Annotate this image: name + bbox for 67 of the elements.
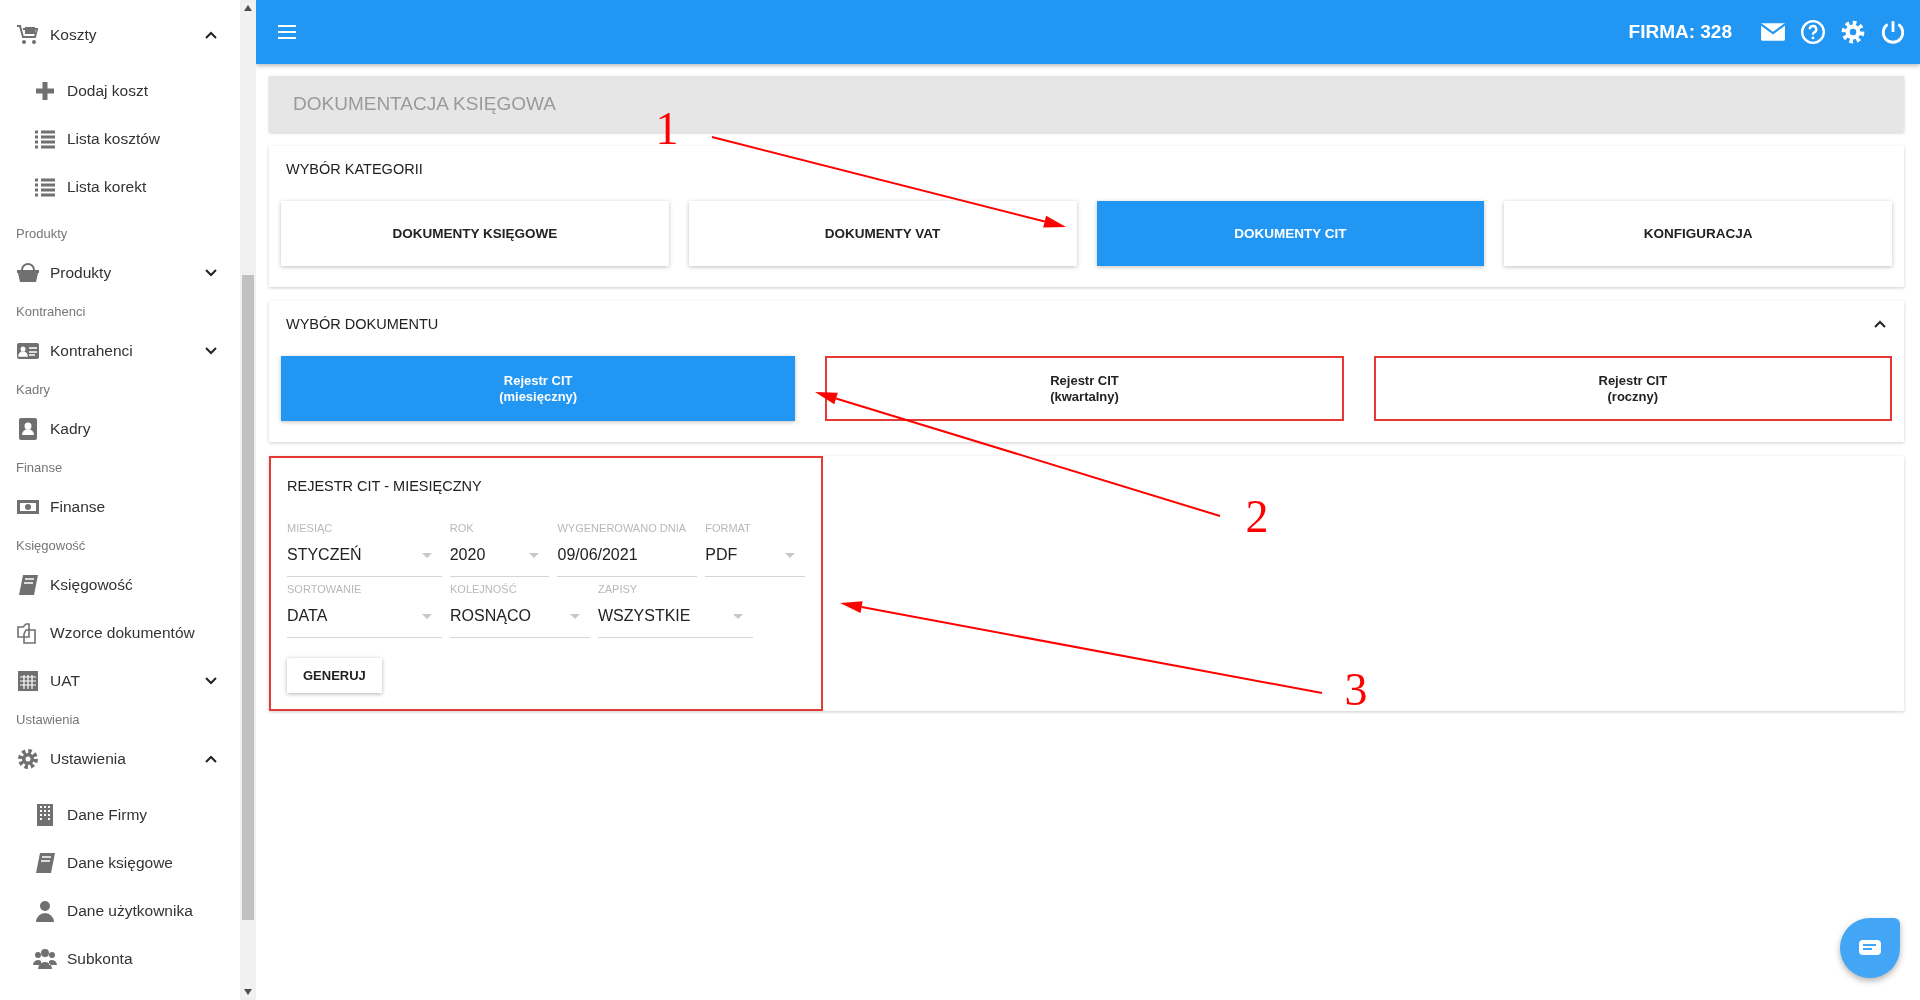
company-label: FIRMA: 328 <box>1628 21 1732 43</box>
select-field[interactable]: FORMAT PDF <box>705 522 805 577</box>
sidebar-section-label: Kadry <box>15 381 51 399</box>
select-field[interactable]: SORTOWANIE DATA <box>287 583 442 638</box>
basket-icon <box>16 261 40 285</box>
dropdown-caret-icon <box>529 553 540 558</box>
card-title: WYBÓR KATEGORII <box>286 161 423 177</box>
sidebar-item[interactable]: Subkonta <box>0 935 240 983</box>
sidebar-item[interactable]: Finanse <box>0 483 240 531</box>
sidebar-section-label: Księgowość <box>15 537 87 555</box>
sidebar-item[interactable]: Lista korekt <box>0 163 240 211</box>
dropdown-caret-icon <box>733 614 743 619</box>
scrollbar[interactable] <box>240 0 256 1000</box>
sidebar-section-label: Produkty <box>15 225 69 243</box>
plus-icon <box>33 79 57 103</box>
sidebar-item[interactable]: Dane księgowe <box>0 839 240 887</box>
people-icon <box>33 947 57 971</box>
cart-icon <box>16 23 40 47</box>
sidebar-item[interactable]: Księgowość <box>0 561 240 609</box>
document-button[interactable]: Rejestr CIT (kwartalny) <box>825 356 1344 421</box>
scroll-up-icon[interactable] <box>244 5 252 11</box>
settings-icon[interactable] <box>1840 19 1866 45</box>
sidebar-item[interactable]: Ustawienia <box>0 735 240 783</box>
sidebar-item[interactable]: Lista kosztów <box>0 115 240 163</box>
sidebar-item[interactable]: Produkty <box>0 249 240 297</box>
sidebar-item[interactable]: UAT <box>0 657 240 705</box>
dropdown-caret-icon <box>422 614 432 619</box>
dropdown-caret-icon <box>570 614 580 619</box>
generate-button[interactable]: GENERUJ <box>287 658 382 693</box>
chat-icon <box>1858 939 1882 957</box>
sidebar-item[interactable]: Wzorce dokumentów <box>0 609 240 657</box>
help-icon[interactable] <box>1800 19 1826 45</box>
document-button[interactable]: Rejestr CIT (roczny) <box>1373 356 1892 421</box>
category-button[interactable]: DOKUMENTY VAT <box>688 201 1077 266</box>
annotation-number: 2 <box>1245 491 1269 542</box>
sidebar-item[interactable]: Kadry <box>0 405 240 453</box>
sidebar-section-label: Kontrahenci <box>15 303 87 321</box>
select-field[interactable]: ROK 2020 <box>449 522 550 577</box>
calc-icon <box>16 669 40 693</box>
card-title: REJESTR CIT - MIESIĘCZNY <box>287 478 482 494</box>
dropdown-caret-icon <box>421 553 432 558</box>
sidebar-item[interactable]: Dane użytkownika <box>0 887 240 935</box>
category-button[interactable]: DOKUMENTY KSIĘGOWE <box>281 201 669 266</box>
sidebar-section-label: Ustawienia <box>15 711 81 729</box>
date-field[interactable]: WYGENEROWANO DNIA 09/06/2021 <box>557 522 698 577</box>
annotation-number: 1 <box>655 103 679 154</box>
book-icon <box>33 851 57 875</box>
scroll-down-icon[interactable] <box>244 989 252 995</box>
sidebar-item[interactable]: Kontrahenci <box>0 327 240 375</box>
annotation-number: 3 <box>1344 664 1368 715</box>
menu-icon[interactable] <box>276 23 298 41</box>
category-button[interactable]: KONFIGURACJA <box>1504 201 1892 266</box>
page-title: DOKUMENTACJA KSIĘGOWA <box>293 93 556 115</box>
select-field[interactable]: KOLEJNOŚĆ ROSNĄCO <box>450 583 590 638</box>
book-icon <box>16 573 40 597</box>
gear-icon <box>16 747 40 771</box>
select-field[interactable]: MIESIĄC STYCZEŃ <box>287 522 442 577</box>
sidebar-item[interactable]: Dodaj koszt <box>0 67 240 115</box>
dropdown-caret-icon <box>785 553 795 558</box>
sidebar-section-label: Finanse <box>15 459 64 477</box>
sidebar-item[interactable]: Koszty <box>0 11 240 59</box>
person-icon <box>33 899 57 923</box>
card-title: WYBÓR DOKUMENTU <box>286 316 439 332</box>
select-field[interactable]: ZAPISY WSZYSTKIE <box>598 583 753 638</box>
power-icon[interactable] <box>1880 19 1906 45</box>
sidebar-item[interactable]: Dane Firmy <box>0 791 240 839</box>
contact-icon <box>16 417 40 441</box>
